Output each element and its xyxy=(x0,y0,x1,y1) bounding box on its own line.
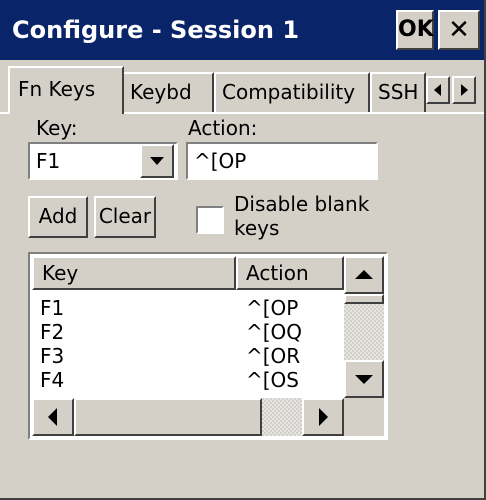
close-button[interactable]: ✕ xyxy=(438,10,480,50)
tab-fn-keys[interactable]: Fn Keys xyxy=(8,66,124,114)
action-label: Action: xyxy=(188,116,258,140)
action-input-value: ^[OP xyxy=(194,149,247,173)
list-item-action: ^[OR xyxy=(246,344,301,368)
close-icon: ✕ xyxy=(448,15,470,45)
action-input[interactable]: ^[OP xyxy=(186,142,378,180)
tab-ssh[interactable]: SSH xyxy=(370,72,426,112)
list-item-key: F3 xyxy=(40,344,65,368)
tab-scroll-left-button[interactable] xyxy=(426,76,450,104)
tab-label: Keybd xyxy=(130,80,192,104)
tab-label: SSH xyxy=(378,80,419,104)
horizontal-scroll-thumb[interactable] xyxy=(74,398,262,436)
tab-keybd[interactable]: Keybd xyxy=(122,72,214,112)
scrollbar-corner xyxy=(344,398,384,436)
list-item-key: F2 xyxy=(40,320,65,344)
list-item-key: F1 xyxy=(40,296,65,320)
active-tab-gap xyxy=(10,112,122,114)
list-item-action: ^[OP xyxy=(246,296,299,320)
list-item[interactable]: F1 xyxy=(40,296,64,320)
list-item-action: ^[OQ xyxy=(246,320,303,344)
window-title: Configure - Session 1 xyxy=(12,16,300,44)
vertical-scroll-thumb[interactable] xyxy=(344,294,384,304)
list-item-action: ^[OS xyxy=(246,368,299,392)
arrow-left-icon xyxy=(434,84,441,96)
column-header-key[interactable]: Key xyxy=(32,256,236,290)
disable-blank-label: Disable blank keys xyxy=(234,192,369,240)
key-dropdown[interactable]: F1 xyxy=(28,142,178,180)
arrow-right-icon xyxy=(319,408,328,426)
tab-label: Fn Keys xyxy=(18,77,96,101)
scroll-up-button[interactable] xyxy=(344,256,384,294)
tab-compatibility[interactable]: Compatibility xyxy=(214,72,370,112)
ok-button[interactable]: OK xyxy=(396,10,434,50)
arrow-up-icon xyxy=(355,270,373,279)
column-header-key-label: Key xyxy=(42,261,79,285)
tab-label: Compatibility xyxy=(222,80,356,104)
column-header-action-label: Action xyxy=(246,261,309,285)
clear-button[interactable]: Clear xyxy=(94,196,156,238)
arrow-left-icon xyxy=(48,408,57,426)
arrow-right-icon xyxy=(461,84,468,96)
column-header-action[interactable]: Action xyxy=(236,256,344,290)
scroll-down-button[interactable] xyxy=(344,360,384,398)
scroll-left-button[interactable] xyxy=(32,398,74,436)
list-item[interactable]: F2 xyxy=(40,320,64,344)
chevron-down-icon xyxy=(150,157,164,165)
disable-blank-label-line2: keys xyxy=(234,216,280,240)
arrow-down-icon xyxy=(355,375,373,384)
add-button[interactable]: Add xyxy=(28,196,88,238)
disable-blank-checkbox[interactable] xyxy=(196,206,224,234)
dropdown-button[interactable] xyxy=(140,144,174,178)
tab-scroll-right-button[interactable] xyxy=(452,76,476,104)
list-item-key: F4 xyxy=(40,368,65,392)
scroll-right-button[interactable] xyxy=(302,398,344,436)
list-item[interactable]: F3 xyxy=(40,344,64,368)
list-item[interactable]: F4 xyxy=(40,368,64,392)
key-label: Key: xyxy=(36,116,78,140)
disable-blank-label-line1: Disable blank xyxy=(234,192,370,216)
